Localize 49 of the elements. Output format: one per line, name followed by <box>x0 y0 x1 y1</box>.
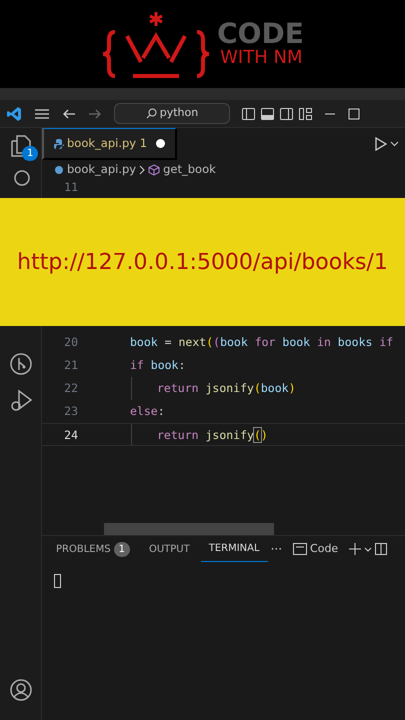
editor-tab[interactable]: book_api.py 1 <box>42 128 178 160</box>
code-line: else: <box>130 404 165 418</box>
code-line: return jsonify(book) <box>157 381 296 395</box>
line-number: 21 <box>63 357 79 374</box>
scrollbar-thumb[interactable] <box>104 523 274 535</box>
split-layout-icon[interactable] <box>280 108 293 120</box>
code-line: return jsonify() <box>157 428 268 442</box>
chevron-right-icon <box>139 165 146 175</box>
line-number: 20 <box>63 334 79 351</box>
run-icon[interactable] <box>375 137 387 151</box>
line-number: 23 <box>63 403 79 420</box>
logo-subtitle: WITH NM <box>220 48 304 68</box>
breadcrumb-item[interactable]: book_api.py <box>67 161 136 179</box>
sidebar-layout-icon[interactable] <box>242 108 255 120</box>
debug-icon[interactable] <box>8 388 32 412</box>
unsaved-dot <box>156 139 166 148</box>
python-file-icon <box>54 138 64 148</box>
search-icon <box>146 108 157 119</box>
customize-layout-icon[interactable] <box>299 108 312 120</box>
terminal-cursor <box>54 574 61 588</box>
panel-tab[interactable]: PROBLEMS 1 <box>48 536 138 562</box>
code-line: book = next((book for book in books if <box>130 335 394 349</box>
panel-tab[interactable]: TERMINAL <box>200 536 268 562</box>
line-number: 22 <box>63 380 79 397</box>
breadcrumb-item[interactable]: get_book <box>163 161 216 179</box>
terminal-profile-button[interactable]: Code <box>285 536 346 562</box>
forward-icon <box>88 108 102 120</box>
menu-icon[interactable] <box>34 108 50 120</box>
more-actions-button[interactable]: ··· <box>270 540 282 558</box>
search-field[interactable]: python <box>114 103 230 124</box>
notification-badge: 1 <box>22 146 38 161</box>
split-icon[interactable] <box>375 543 388 555</box>
plus-icon[interactable] <box>349 543 362 555</box>
back-icon[interactable] <box>62 108 76 120</box>
line-number: 11 <box>63 180 79 194</box>
terminal-icon <box>293 543 308 555</box>
panel-tab[interactable]: OUTPUT <box>140 536 198 562</box>
files-icon[interactable] <box>8 134 32 158</box>
logo-text: CODE <box>217 20 304 48</box>
account-icon[interactable] <box>8 678 32 702</box>
code-line: if book: <box>130 358 186 372</box>
cube-icon <box>148 164 160 176</box>
vscode-logo-icon <box>6 106 22 122</box>
panel-layout-icon[interactable] <box>261 108 274 120</box>
python-file-icon <box>54 165 64 175</box>
line-number: 24 <box>63 427 79 444</box>
url-caption: http://127.0.0.1:5000/api/books/1 <box>17 248 388 276</box>
source-control-icon[interactable] <box>8 352 32 376</box>
maximize-icon[interactable] <box>348 108 360 120</box>
